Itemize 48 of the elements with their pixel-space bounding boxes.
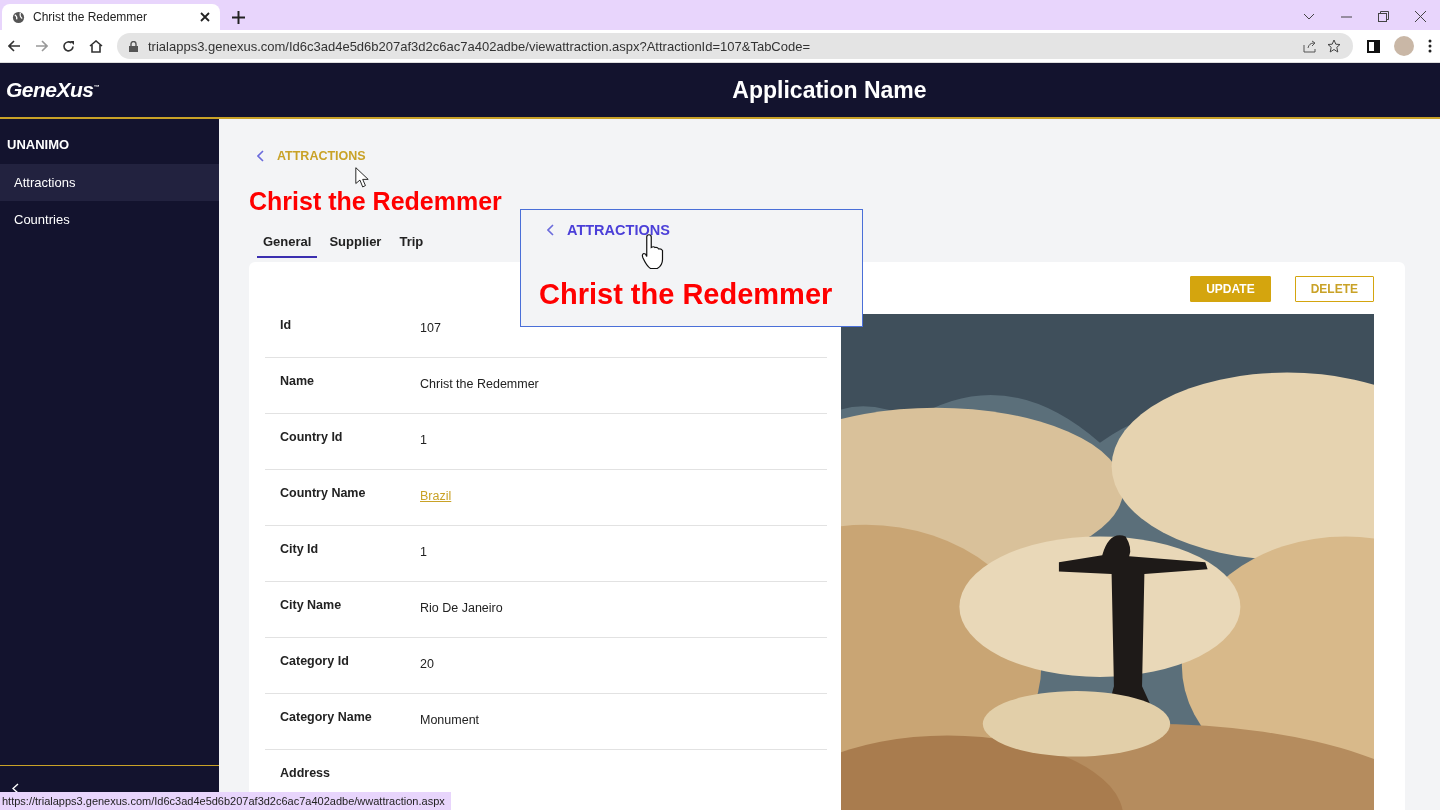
page-title: Christ the Redemmer	[249, 187, 502, 216]
tab[interactable]: Trip	[393, 232, 430, 258]
field-value: 1	[420, 545, 427, 559]
app-title: Application Name	[732, 76, 927, 103]
field-label: City Id	[280, 542, 319, 556]
star-icon[interactable]	[1327, 39, 1341, 53]
field-value: 1	[420, 433, 427, 447]
tab[interactable]: General	[257, 232, 318, 258]
new-tab-icon[interactable]	[232, 11, 245, 24]
back-arrow-icon[interactable]	[8, 40, 21, 52]
back-icon	[547, 224, 555, 236]
more-icon[interactable]	[1428, 39, 1432, 53]
field-label: Country Id	[280, 430, 343, 444]
logo[interactable]: GeneXus$^{™}$	[6, 78, 100, 101]
breadcrumb-link[interactable]: ATTRACTIONS	[567, 222, 670, 238]
field-label: City Name	[280, 598, 342, 612]
field-label: Category Id	[280, 654, 349, 668]
field-value: Monument	[420, 713, 480, 727]
forward-arrow-icon[interactable]	[35, 40, 48, 52]
browser-tab[interactable]: Christ the Redemmer	[2, 4, 220, 30]
globe-icon	[12, 10, 25, 24]
close-icon[interactable]	[200, 12, 210, 22]
restore-icon[interactable]	[1378, 11, 1389, 22]
back-icon	[257, 150, 265, 162]
side-panel-icon[interactable]	[1367, 39, 1380, 53]
address-bar[interactable]: trialapps3.genexus.com/Id6c3ad4e5d6b207af3d2c6ac7a402adbe/viewattraction.aspx?AttractionId=107&TabCode=	[117, 33, 1353, 59]
home-icon[interactable]	[89, 39, 103, 53]
field-label: Country Name	[280, 486, 366, 500]
lock-icon	[129, 40, 138, 52]
field-label: Name	[280, 374, 315, 388]
sidebar-item[interactable]: Attractions	[0, 164, 219, 201]
reload-icon[interactable]	[62, 39, 75, 53]
page-title: Christ the Redemmer	[539, 278, 833, 311]
field-label: Category Name	[280, 710, 372, 724]
arrow-cursor-icon	[355, 167, 369, 189]
field-value: Rio De Janeiro	[420, 601, 503, 615]
close-icon[interactable]	[1415, 11, 1426, 22]
share-icon[interactable]	[1303, 39, 1317, 53]
sidebar-item[interactable]: Countries	[0, 201, 219, 238]
sidebar-heading: UNANIMO	[7, 137, 70, 152]
tab[interactable]: Supplier	[323, 232, 388, 258]
field-label: Address	[280, 766, 331, 780]
field-value: 107	[420, 321, 441, 335]
status-url: https://trialapps3.genexus.com/Id6c3ad4e5d6b207af3d2c6ac7a402adbe/wwattraction.aspx	[0, 792, 451, 810]
field-value: Christ the Redemmer	[420, 377, 539, 391]
field-value: 20	[420, 657, 434, 671]
chevron-down-icon[interactable]	[1303, 12, 1315, 21]
field-label: Id	[280, 318, 292, 332]
